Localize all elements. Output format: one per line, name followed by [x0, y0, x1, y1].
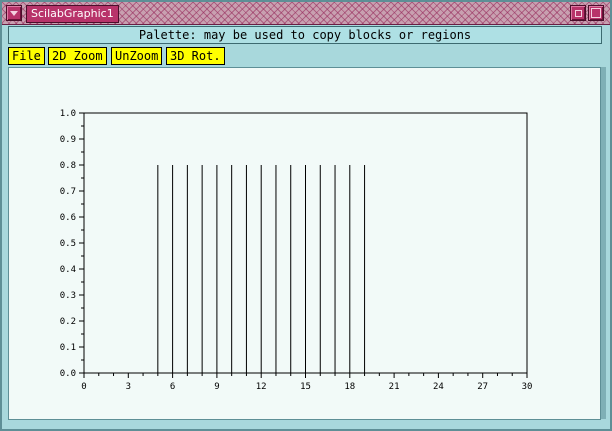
x-tick-label: 0 [81, 382, 86, 392]
window-title: ScilabGraphic1 [26, 5, 119, 23]
y-tick-label: 0.1 [60, 343, 76, 353]
title-bar[interactable]: ScilabGraphic1 [2, 2, 610, 25]
x-tick-label: 3 [126, 382, 131, 392]
x-tick-label: 6 [170, 382, 175, 392]
y-tick-label: 0.8 [60, 161, 76, 171]
window-menu-icon[interactable] [6, 5, 22, 21]
graphic-area[interactable]: 0.0 0.1 0.2 0.3 0.4 0.5 0.6 0.7 0.8 0.9 1.0 0 3 6 9 12 1… [8, 67, 601, 420]
x-tick-label: 24 [433, 382, 444, 392]
file-menu-button[interactable]: File [8, 47, 45, 65]
x-tick-label: 9 [214, 382, 219, 392]
message-bar: Palette: may be used to copy blocks or r… [8, 26, 602, 44]
y-tick-label: 0.6 [60, 213, 76, 223]
maximize-button[interactable] [588, 5, 604, 21]
x-tick-label: 12 [256, 382, 267, 392]
x-tick-label: 21 [389, 382, 400, 392]
x-tick-label: 15 [300, 382, 311, 392]
y-tick-label: 0.2 [60, 317, 76, 327]
y-tick-label: 0.3 [60, 291, 76, 301]
unzoom-button[interactable]: UnZoom [111, 47, 163, 65]
x-tick-label: 30 [522, 382, 533, 392]
y-tick-label: 0.5 [60, 239, 76, 249]
3d-rot-button[interactable]: 3D Rot. [166, 47, 225, 65]
minimize-button[interactable] [570, 5, 586, 21]
y-tick-label: 0.0 [60, 369, 76, 379]
y-tick-label: 0.4 [60, 265, 76, 275]
y-tick-label: 0.7 [60, 187, 76, 197]
plot-canvas[interactable]: 0.0 0.1 0.2 0.3 0.4 0.5 0.6 0.7 0.8 0.9 1.0 0 3 6 9 12 1… [9, 68, 600, 419]
x-tick-label: 18 [344, 382, 355, 392]
right-scroll-edge [601, 67, 606, 419]
x-tick-label: 27 [477, 382, 488, 392]
2d-zoom-button[interactable]: 2D Zoom [48, 47, 107, 65]
y-tick-label: 1.0 [60, 109, 76, 119]
y-tick-label: 0.9 [60, 135, 76, 145]
